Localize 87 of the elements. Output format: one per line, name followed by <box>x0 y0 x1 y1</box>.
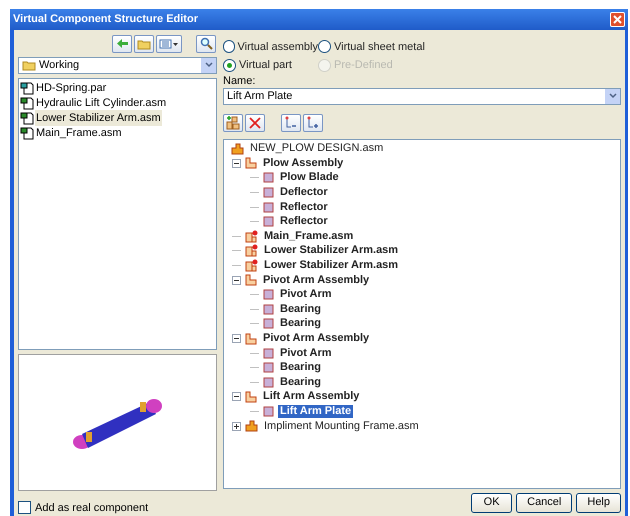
tree-item[interactable]: Bearing <box>278 361 323 374</box>
tree-item[interactable]: NEW_PLOW DESIGN.asm <box>248 142 386 156</box>
chevron-down-icon <box>608 93 616 99</box>
checkbox-label: Add as real component <box>35 500 148 516</box>
tree-item[interactable]: Lift Arm Plate <box>278 404 354 418</box>
tree-branch-icon <box>306 116 320 130</box>
assembly-icon <box>245 157 257 170</box>
part-icon <box>263 304 274 315</box>
close-icon <box>613 14 622 24</box>
tree-item[interactable]: Lift Arm Assembly <box>261 390 362 404</box>
expand-toggle[interactable] <box>232 422 240 431</box>
radio-button[interactable] <box>223 40 234 54</box>
tree-item[interactable]: Plow Blade <box>278 171 341 184</box>
tree-item[interactable]: Pivot Arm <box>278 346 334 360</box>
part-icon <box>263 172 274 184</box>
folder-value: Working <box>39 58 80 73</box>
window-title: Virtual Component Structure Editor <box>13 12 198 27</box>
assembly-icon <box>231 142 244 155</box>
part-icon <box>263 289 274 300</box>
tree-item[interactable]: Deflector <box>278 186 330 200</box>
name-label: Name: <box>223 74 256 88</box>
collapse-toggle[interactable] <box>232 334 240 344</box>
part-icon <box>263 187 274 198</box>
radio-button[interactable] <box>318 40 331 54</box>
file-item[interactable]: Main_Frame.asm <box>35 124 123 142</box>
assembly-icon <box>245 390 257 403</box>
collapse-toggle[interactable] <box>232 276 240 285</box>
list-view-icon <box>159 38 179 48</box>
assembly-icon <box>245 230 258 243</box>
tree-item[interactable]: Reflector <box>278 200 330 214</box>
assembly-icon <box>245 244 258 258</box>
radio-label: Virtual sheet metal <box>334 40 425 54</box>
assembly-icon <box>245 332 257 345</box>
tree-item[interactable]: Lower Stabilizer Arm.asm <box>262 259 400 272</box>
chevron-down-icon <box>204 62 212 68</box>
name-value: Lift Arm Plate <box>227 88 294 104</box>
tree-item[interactable]: Bearing <box>278 317 323 330</box>
close-button[interactable] <box>610 12 625 27</box>
part-icon <box>263 318 274 330</box>
demote-button[interactable] <box>303 114 323 132</box>
radio-label: Virtual part <box>239 58 292 73</box>
collapse-toggle[interactable] <box>232 392 240 402</box>
file-item[interactable]: Lower Stabilizer Arm.asm <box>35 110 162 126</box>
tree-item[interactable]: Plow Assembly <box>261 156 346 170</box>
tree-item[interactable]: Pivot Arm Assembly <box>261 332 372 346</box>
part-icon <box>263 362 274 374</box>
tree-item[interactable]: Bearing <box>278 302 323 316</box>
close-icon <box>249 116 261 128</box>
dialog-button[interactable]: Help <box>576 492 621 512</box>
part-icon <box>263 216 274 228</box>
radio-label: Virtual assembly <box>238 40 318 54</box>
part-icon <box>263 376 274 388</box>
tree-item[interactable]: Pivot Arm <box>278 288 334 302</box>
checkbox[interactable] <box>18 501 31 514</box>
assembly-icon <box>245 259 258 272</box>
view-menu-button[interactable] <box>156 34 182 52</box>
folder-icon <box>22 60 36 70</box>
radio-button[interactable] <box>223 58 236 72</box>
assembly-icon <box>245 274 257 286</box>
file-item[interactable]: HD-Spring.par <box>35 80 108 96</box>
part-icon <box>263 348 274 359</box>
up-folder-button[interactable] <box>134 34 154 52</box>
part-icon <box>263 406 274 417</box>
add-button[interactable] <box>223 114 243 132</box>
tree-item[interactable]: Reflector <box>278 215 330 228</box>
add-component-icon <box>226 116 240 130</box>
part-icon <box>263 202 274 213</box>
name-field[interactable]: Lift Arm Plate <box>223 88 621 104</box>
collapse-toggle[interactable] <box>232 158 240 168</box>
dialog-button[interactable]: Cancel <box>516 492 572 512</box>
dialog-button[interactable]: OK <box>471 492 512 512</box>
search-button[interactable] <box>196 34 216 52</box>
back-button[interactable] <box>112 34 132 52</box>
search-icon <box>200 37 212 50</box>
tree-item[interactable]: Bearing <box>278 376 323 389</box>
tree-branch-icon <box>284 116 298 130</box>
delete-button[interactable] <box>245 114 265 132</box>
folder-icon <box>137 38 151 50</box>
tree-item[interactable]: Lower Stabilizer Arm.asm <box>262 244 400 258</box>
promote-button[interactable] <box>281 114 301 132</box>
tree-item[interactable]: Main_Frame.asm <box>262 230 356 243</box>
file-item[interactable]: Hydraulic Lift Cylinder.asm <box>35 94 168 112</box>
assembly-icon <box>245 420 258 432</box>
folder-dropdown[interactable]: Working <box>18 56 217 74</box>
arrow-left-icon <box>116 38 128 49</box>
tree-item[interactable]: Pivot Arm Assembly <box>261 274 372 287</box>
tree-item[interactable]: Impliment Mounting Frame.asm <box>262 420 421 433</box>
